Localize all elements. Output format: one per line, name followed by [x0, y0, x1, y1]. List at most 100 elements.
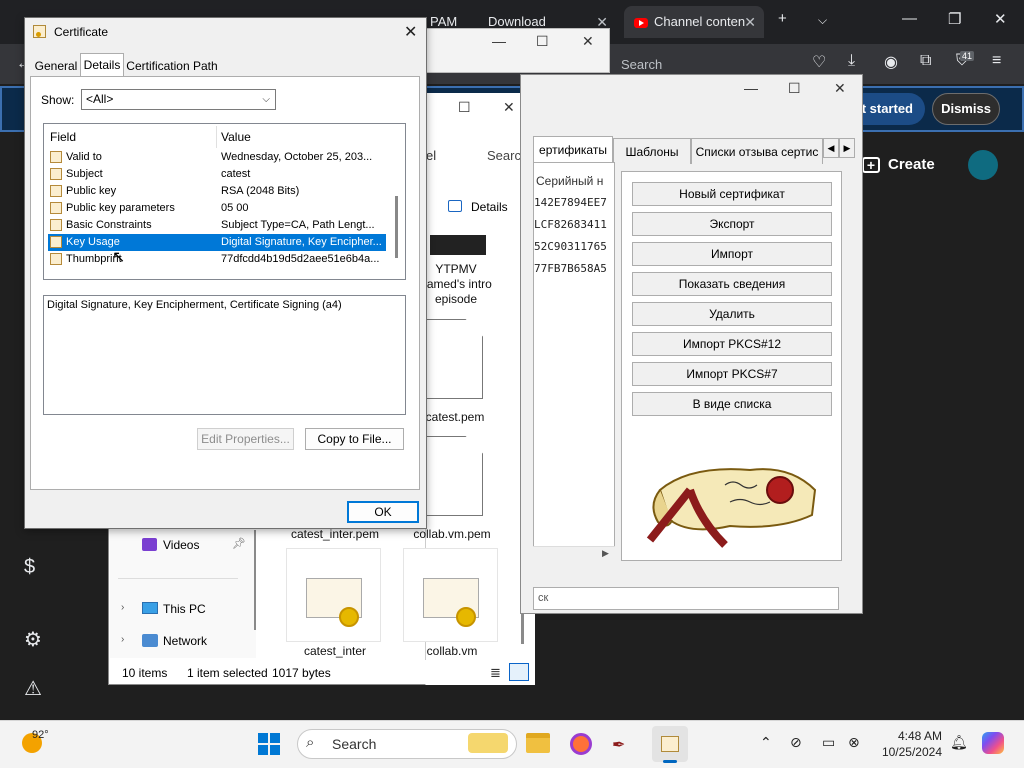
serial-column-header[interactable]: Серийный н — [536, 174, 603, 188]
show-label: Show: — [41, 93, 75, 107]
file-name: collab.vm — [426, 644, 478, 658]
feedback-icon[interactable]: ⚠ — [24, 676, 42, 701]
close-icon[interactable]: ✕ — [404, 22, 417, 42]
certmgr-search-input[interactable]: ск — [533, 587, 839, 610]
maximize-icon[interactable]: ☐ — [536, 33, 549, 50]
youtube-icon — [634, 17, 648, 28]
certificate-file-icon — [423, 578, 479, 627]
search-icon: ⌕ — [306, 734, 315, 751]
table-row[interactable]: Subject catest — [48, 166, 386, 183]
pem-file-icon[interactable] — [425, 436, 483, 516]
copy-to-file-button[interactable]: Copy to File... — [305, 428, 404, 450]
dollar-icon[interactable]: $ — [24, 556, 35, 579]
close-icon[interactable]: ✕ — [834, 80, 846, 97]
chevron-down-icon[interactable]: ⌵ — [818, 13, 827, 28]
network-off-icon[interactable]: ⊘ — [790, 734, 802, 751]
file-explorer-icon[interactable] — [526, 733, 550, 753]
list-item[interactable]: 52C90311765 — [534, 240, 607, 253]
column-divider[interactable] — [216, 126, 217, 148]
table-row[interactable]: Public key parameters 05 00 — [48, 200, 386, 217]
table-row[interactable]: Basic Constraints Subject Type=CA, Path L… — [48, 217, 386, 234]
tiles-view-icon[interactable] — [509, 663, 529, 681]
certificate-taskbar-icon[interactable] — [661, 736, 679, 752]
details-button[interactable]: Details — [471, 200, 508, 214]
pin-icon[interactable]: 📌︎ — [232, 537, 246, 550]
menu-icon[interactable]: ≡ — [992, 52, 1001, 70]
tab-details[interactable]: Details — [80, 53, 124, 77]
firefox-icon[interactable] — [570, 733, 592, 755]
list-item[interactable]: 142E7894EE7 — [534, 196, 607, 209]
new-tab-icon[interactable]: + — [778, 10, 787, 27]
field-name: Public key parameters — [66, 202, 175, 214]
dismiss-button[interactable]: Dismiss — [932, 93, 1000, 125]
import-pkcs7-button[interactable]: Импорт PKCS#7 — [632, 362, 832, 386]
list-view-icon[interactable]: ≣ — [490, 665, 501, 681]
pem-file-icon[interactable] — [425, 319, 483, 399]
list-item[interactable]: LCF82683411 — [534, 218, 607, 231]
weather-temp[interactable]: 92° — [32, 729, 49, 741]
extensions-icon[interactable]: ⧉ — [920, 52, 931, 70]
volume-muted-icon[interactable]: ⊗ — [848, 734, 860, 751]
table-scrollbar[interactable] — [395, 196, 398, 258]
minimize-icon[interactable]: — — [744, 80, 758, 96]
export-button[interactable]: Экспорт — [632, 212, 832, 236]
clock-date[interactable]: 10/25/2024 — [878, 745, 942, 759]
close-icon[interactable]: ✕ — [994, 10, 1007, 28]
tab-channel-content[interactable]: Channel conten ✕ — [624, 6, 764, 38]
import-pkcs12-button[interactable]: Импорт PKCS#12 — [632, 332, 832, 356]
table-row[interactable]: Public key RSA (2048 Bits) — [48, 183, 386, 200]
nav-item-network[interactable]: Network — [163, 634, 207, 648]
this-pc-icon — [142, 602, 158, 614]
chevron-up-icon[interactable]: ⌃ — [760, 734, 772, 751]
tab-revocation-lists[interactable]: Списки отзыва сертис — [691, 138, 823, 164]
nav-item-this-pc[interactable]: This PC — [163, 602, 206, 616]
table-row[interactable]: Thumbprint 77dfcdd4b19d5d2aee51e6b4a... — [48, 251, 386, 268]
table-row-selected[interactable]: Key Usage Digital Signature, Key Encipher… — [48, 234, 386, 251]
start-icon[interactable] — [258, 733, 280, 755]
show-details-button[interactable]: Показать сведения — [632, 272, 832, 296]
table-row[interactable]: Valid to Wednesday, October 25, 203... — [48, 149, 386, 166]
avatar[interactable] — [968, 150, 998, 180]
maximize-icon[interactable]: ❐ — [948, 10, 961, 28]
clock-time[interactable]: 4:48 AM — [880, 729, 942, 743]
list-view-button[interactable]: В виде списка — [632, 392, 832, 416]
nav-scrollbar[interactable] — [254, 530, 256, 630]
video-thumbnail[interactable] — [430, 235, 486, 255]
pocket-icon[interactable]: ♡ — [812, 52, 826, 72]
create-button[interactable]: + Create — [862, 150, 952, 180]
tab-templates[interactable]: Шаблоны — [613, 138, 691, 164]
address-search-text[interactable]: Search — [621, 57, 662, 72]
maximize-icon[interactable]: ☐ — [458, 99, 471, 116]
scroll-right-icon[interactable]: ▶ — [602, 548, 609, 559]
close-icon[interactable]: ✕ — [744, 6, 756, 38]
chevron-right-icon[interactable]: › — [121, 634, 124, 645]
close-icon[interactable]: ✕ — [582, 33, 594, 50]
import-button[interactable]: Импорт — [632, 242, 832, 266]
list-item[interactable]: 77FB7B658A5 — [534, 262, 607, 275]
tab-certificates[interactable]: ертификаты — [533, 136, 613, 164]
nav-item-videos[interactable]: Videos — [163, 538, 199, 552]
delete-button[interactable]: Удалить — [632, 302, 832, 326]
download-icon[interactable]: ⤓ — [848, 52, 855, 70]
certmgr-taskbar-icon[interactable]: ✒ — [612, 735, 625, 755]
minimize-icon[interactable]: — — [902, 10, 917, 27]
maximize-icon[interactable]: ☐ — [788, 80, 801, 97]
chevron-right-icon[interactable]: › — [121, 602, 124, 613]
new-certificate-button[interactable]: Новый сертификат — [632, 182, 832, 206]
bell-icon[interactable]: 🔔︎ — [950, 734, 968, 751]
column-header-value[interactable]: Value — [221, 130, 251, 144]
tab-certification-path[interactable]: Certification Path — [124, 56, 220, 76]
column-header-field[interactable]: Field — [50, 130, 76, 144]
display-icon[interactable]: ▭ — [822, 734, 835, 751]
minimize-icon[interactable]: — — [492, 33, 506, 49]
tab-general[interactable]: General — [32, 56, 80, 76]
copilot-icon[interactable] — [982, 732, 1004, 754]
ok-button[interactable]: OK — [347, 501, 419, 523]
tab-scroll-left-icon[interactable]: ◀ — [823, 138, 839, 158]
close-icon[interactable]: ✕ — [503, 99, 515, 116]
gear-icon[interactable]: ⚙ — [24, 627, 42, 652]
show-dropdown[interactable]: <All> ⌵ — [81, 89, 276, 110]
account-icon[interactable]: ◉ — [884, 52, 898, 72]
edit-properties-button[interactable]: Edit Properties... — [197, 428, 294, 450]
tab-scroll-right-icon[interactable]: ▶ — [839, 138, 855, 158]
